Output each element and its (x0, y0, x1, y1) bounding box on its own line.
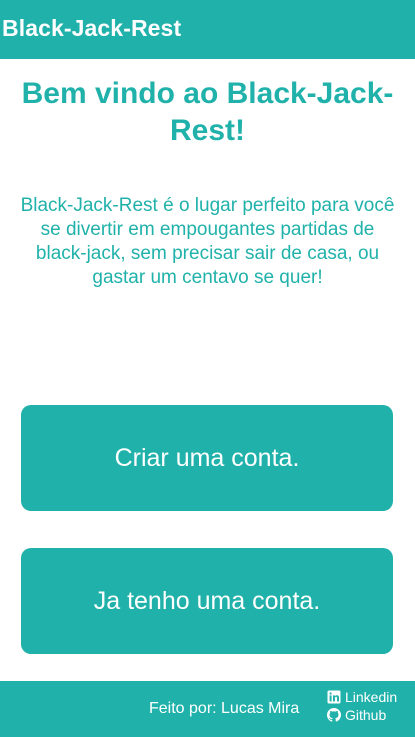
github-link-label: Github (345, 707, 387, 723)
linkedin-icon (327, 690, 341, 704)
linkedin-link[interactable]: Linkedin (327, 689, 397, 705)
welcome-description: Black-Jack-Rest é o lugar perfeito para … (20, 195, 395, 288)
footer-credit: Feito por: Lucas Mira (149, 700, 300, 717)
header-bar: Black-Jack-Rest (0, 0, 415, 59)
welcome-title: Bem vindo ao Black-Jack-Rest! (21, 77, 394, 147)
app-title: Black-Jack-Rest (2, 15, 182, 41)
create-account-button[interactable]: Criar uma conta. (21, 405, 393, 511)
linkedin-link-label: Linkedin (345, 689, 398, 705)
footer-links: Linkedin Github (327, 689, 397, 723)
github-icon (327, 708, 341, 722)
have-account-button[interactable]: Ja tenho uma conta. (21, 548, 393, 654)
footer-bar: Feito por: Lucas Mira Linkedin Github (0, 681, 415, 737)
github-link[interactable]: Github (327, 707, 397, 723)
